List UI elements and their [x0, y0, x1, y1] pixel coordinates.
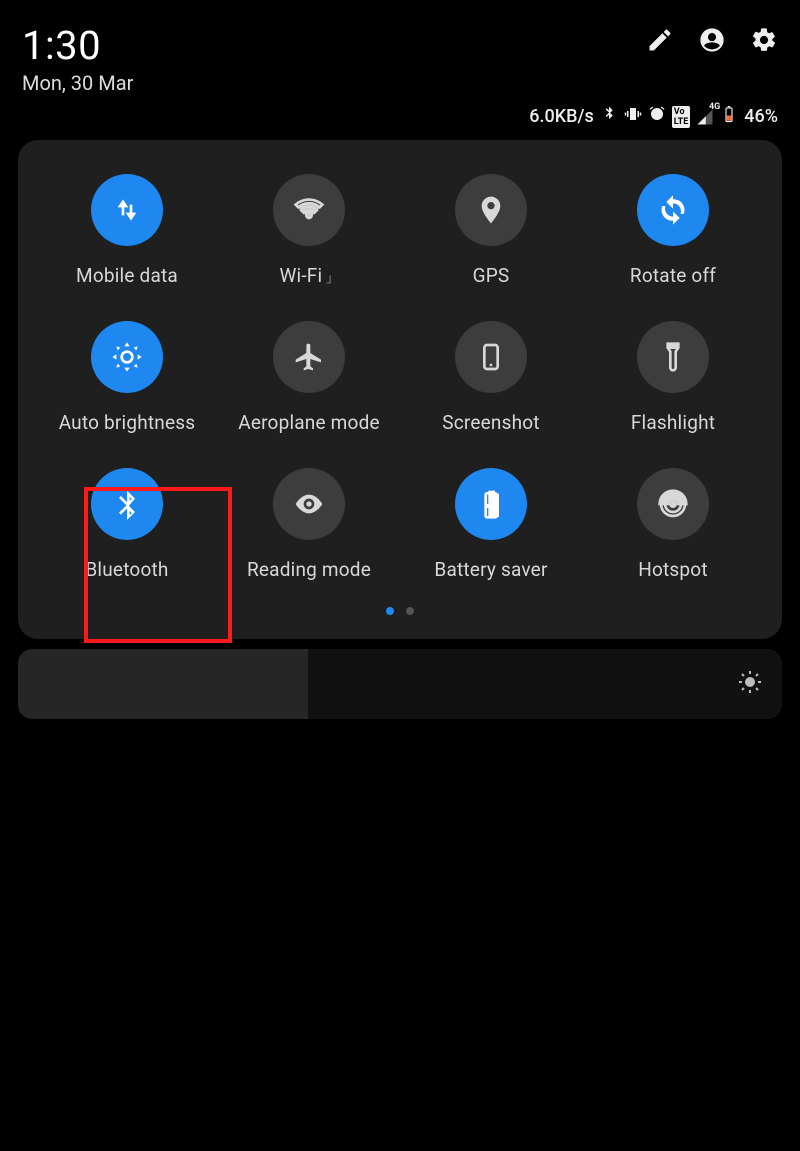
tile-label: Wi-Fi」: [279, 264, 338, 287]
tile-label: Reading mode: [247, 558, 371, 581]
tile-rotate[interactable]: Rotate off: [582, 174, 764, 287]
battery-icon: [720, 105, 738, 128]
status-bar: 6.0KB/s VoLTE 4G 46%: [0, 99, 800, 134]
tile-label: Hotspot: [638, 558, 708, 581]
page-dot: [386, 607, 394, 615]
airplane-icon[interactable]: [273, 321, 345, 393]
tile-auto-brightness[interactable]: Auto brightness: [36, 321, 218, 434]
clock-date: Mon, 30 Mar: [22, 71, 133, 95]
page-indicator: [36, 607, 764, 615]
tile-flashlight[interactable]: Flashlight: [582, 321, 764, 434]
location-icon[interactable]: [455, 174, 527, 246]
edit-icon[interactable]: [646, 26, 674, 58]
tile-mobile-data[interactable]: Mobile data: [36, 174, 218, 287]
tile-gps[interactable]: GPS: [400, 174, 582, 287]
alarm-icon: [648, 105, 666, 128]
tile-bluetooth[interactable]: Bluetooth: [36, 468, 218, 581]
rotate-icon[interactable]: [637, 174, 709, 246]
tile-label: Battery saver: [434, 558, 547, 581]
tile-label: Auto brightness: [59, 411, 196, 434]
settings-icon[interactable]: [750, 26, 778, 58]
quick-settings-panel: Mobile data Wi-Fi」 GPS Rotate off Auto brigh…: [18, 140, 782, 639]
tile-label: Bluetooth: [85, 558, 168, 581]
eye-icon[interactable]: [273, 468, 345, 540]
tile-wifi[interactable]: Wi-Fi」: [218, 174, 400, 287]
signal-icon: 4G: [696, 108, 714, 126]
volte-icon: VoLTE: [672, 106, 691, 128]
page-dot: [406, 607, 414, 615]
tile-airplane[interactable]: Aeroplane mode: [218, 321, 400, 434]
hotspot-icon[interactable]: [637, 468, 709, 540]
bluetooth-icon[interactable]: [91, 468, 163, 540]
tile-label: Mobile data: [76, 264, 178, 287]
tile-label: GPS: [473, 264, 510, 287]
tile-label: Screenshot: [442, 411, 539, 434]
tile-hotspot[interactable]: Hotspot: [582, 468, 764, 581]
tile-label: Rotate off: [630, 264, 716, 287]
tile-label: Flashlight: [631, 411, 715, 434]
brightness-high-icon: [738, 670, 762, 698]
brightness-track-fill: [18, 649, 308, 719]
battery-plus-icon[interactable]: [455, 468, 527, 540]
flashlight-icon[interactable]: [637, 321, 709, 393]
battery-pct-label: 46%: [744, 106, 778, 127]
vibrate-icon: [624, 105, 642, 128]
brightness-slider[interactable]: [18, 649, 782, 719]
tile-reading[interactable]: Reading mode: [218, 468, 400, 581]
phone-icon[interactable]: [455, 321, 527, 393]
account-icon[interactable]: [698, 26, 726, 58]
bluetooth-status-icon: [600, 105, 618, 128]
net-speed-label: 6.0KB/s: [529, 106, 594, 127]
brightness-icon[interactable]: [91, 321, 163, 393]
arrows-updown-icon[interactable]: [91, 174, 163, 246]
tile-screenshot[interactable]: Screenshot: [400, 321, 582, 434]
tile-battery-saver[interactable]: Battery saver: [400, 468, 582, 581]
clock-time: 1:30: [22, 22, 133, 69]
tile-label: Aeroplane mode: [238, 411, 380, 434]
wifi-icon[interactable]: [273, 174, 345, 246]
